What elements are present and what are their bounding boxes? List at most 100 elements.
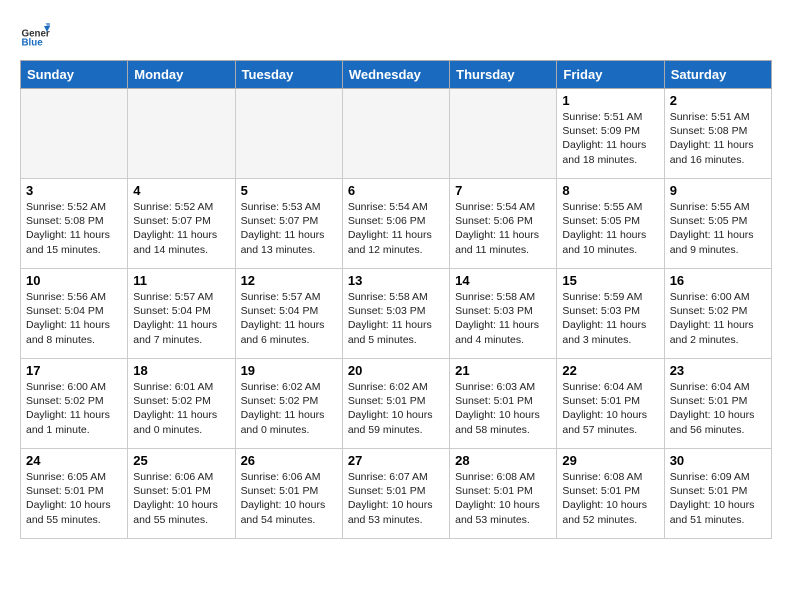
day-info: Sunrise: 5:57 AM Sunset: 5:04 PM Dayligh… [241, 290, 337, 347]
weekday-header-friday: Friday [557, 61, 664, 89]
logo: General Blue [20, 20, 54, 50]
day-info: Sunrise: 6:02 AM Sunset: 5:02 PM Dayligh… [241, 380, 337, 437]
calendar-cell: 12 Sunrise: 5:57 AM Sunset: 5:04 PM Dayli… [235, 269, 342, 359]
weekday-header-tuesday: Tuesday [235, 61, 342, 89]
day-info: Sunrise: 5:54 AM Sunset: 5:06 PM Dayligh… [348, 200, 444, 257]
day-info: Sunrise: 5:54 AM Sunset: 5:06 PM Dayligh… [455, 200, 551, 257]
calendar-cell: 5 Sunrise: 5:53 AM Sunset: 5:07 PM Daylig… [235, 179, 342, 269]
calendar-cell: 20 Sunrise: 6:02 AM Sunset: 5:01 PM Dayli… [342, 359, 449, 449]
calendar-cell: 18 Sunrise: 6:01 AM Sunset: 5:02 PM Dayli… [128, 359, 235, 449]
day-number: 29 [562, 453, 658, 468]
calendar-cell [450, 89, 557, 179]
day-number: 22 [562, 363, 658, 378]
day-number: 9 [670, 183, 766, 198]
day-number: 1 [562, 93, 658, 108]
calendar-cell: 14 Sunrise: 5:58 AM Sunset: 5:03 PM Dayli… [450, 269, 557, 359]
day-info: Sunrise: 6:08 AM Sunset: 5:01 PM Dayligh… [562, 470, 658, 527]
day-number: 5 [241, 183, 337, 198]
calendar-table: SundayMondayTuesdayWednesdayThursdayFrid… [20, 60, 772, 539]
calendar-cell [128, 89, 235, 179]
calendar-cell: 7 Sunrise: 5:54 AM Sunset: 5:06 PM Daylig… [450, 179, 557, 269]
day-number: 18 [133, 363, 229, 378]
day-number: 6 [348, 183, 444, 198]
day-number: 11 [133, 273, 229, 288]
calendar-cell: 19 Sunrise: 6:02 AM Sunset: 5:02 PM Dayli… [235, 359, 342, 449]
calendar-cell: 24 Sunrise: 6:05 AM Sunset: 5:01 PM Dayli… [21, 449, 128, 539]
day-number: 12 [241, 273, 337, 288]
day-info: Sunrise: 6:03 AM Sunset: 5:01 PM Dayligh… [455, 380, 551, 437]
weekday-header-monday: Monday [128, 61, 235, 89]
day-number: 27 [348, 453, 444, 468]
calendar-cell: 23Sunrise: 6:04 AM Sunset: 5:01 PM Dayli… [664, 359, 771, 449]
day-number: 14 [455, 273, 551, 288]
day-info: Sunrise: 6:05 AM Sunset: 5:01 PM Dayligh… [26, 470, 122, 527]
calendar-cell: 22 Sunrise: 6:04 AM Sunset: 5:01 PM Dayli… [557, 359, 664, 449]
weekday-header-row: SundayMondayTuesdayWednesdayThursdayFrid… [21, 61, 772, 89]
svg-text:Blue: Blue [22, 38, 44, 49]
day-info: Sunrise: 5:59 AM Sunset: 5:03 PM Dayligh… [562, 290, 658, 347]
day-number: 13 [348, 273, 444, 288]
day-number: 2 [670, 93, 766, 108]
day-number: 24 [26, 453, 122, 468]
calendar-cell: 4 Sunrise: 5:52 AM Sunset: 5:07 PM Daylig… [128, 179, 235, 269]
calendar-cell [21, 89, 128, 179]
calendar-cell: 25 Sunrise: 6:06 AM Sunset: 5:01 PM Dayli… [128, 449, 235, 539]
week-row-5: 24 Sunrise: 6:05 AM Sunset: 5:01 PM Dayli… [21, 449, 772, 539]
day-info: Sunrise: 5:52 AM Sunset: 5:07 PM Dayligh… [133, 200, 229, 257]
day-number: 19 [241, 363, 337, 378]
day-number: 25 [133, 453, 229, 468]
logo-icon: General Blue [20, 20, 50, 50]
day-info: Sunrise: 5:56 AM Sunset: 5:04 PM Dayligh… [26, 290, 122, 347]
day-number: 8 [562, 183, 658, 198]
calendar-cell: 16Sunrise: 6:00 AM Sunset: 5:02 PM Dayli… [664, 269, 771, 359]
day-number: 28 [455, 453, 551, 468]
day-info: Sunrise: 6:01 AM Sunset: 5:02 PM Dayligh… [133, 380, 229, 437]
day-info: Sunrise: 6:09 AM Sunset: 5:01 PM Dayligh… [670, 470, 766, 527]
day-info: Sunrise: 6:08 AM Sunset: 5:01 PM Dayligh… [455, 470, 551, 527]
day-info: Sunrise: 5:58 AM Sunset: 5:03 PM Dayligh… [455, 290, 551, 347]
day-info: Sunrise: 5:52 AM Sunset: 5:08 PM Dayligh… [26, 200, 122, 257]
day-number: 10 [26, 273, 122, 288]
week-row-2: 3Sunrise: 5:52 AM Sunset: 5:08 PM Daylig… [21, 179, 772, 269]
calendar-cell: 13 Sunrise: 5:58 AM Sunset: 5:03 PM Dayli… [342, 269, 449, 359]
weekday-header-sunday: Sunday [21, 61, 128, 89]
day-info: Sunrise: 6:00 AM Sunset: 5:02 PM Dayligh… [26, 380, 122, 437]
day-number: 7 [455, 183, 551, 198]
day-info: Sunrise: 5:55 AM Sunset: 5:05 PM Dayligh… [670, 200, 766, 257]
calendar-cell: 6 Sunrise: 5:54 AM Sunset: 5:06 PM Daylig… [342, 179, 449, 269]
day-number: 17 [26, 363, 122, 378]
calendar-cell: 28 Sunrise: 6:08 AM Sunset: 5:01 PM Dayli… [450, 449, 557, 539]
day-info: Sunrise: 6:04 AM Sunset: 5:01 PM Dayligh… [562, 380, 658, 437]
day-info: Sunrise: 5:51 AM Sunset: 5:08 PM Dayligh… [670, 110, 766, 167]
calendar-cell: 8 Sunrise: 5:55 AM Sunset: 5:05 PM Daylig… [557, 179, 664, 269]
weekday-header-wednesday: Wednesday [342, 61, 449, 89]
weekday-header-thursday: Thursday [450, 61, 557, 89]
week-row-1: 1 Sunrise: 5:51 AM Sunset: 5:09 PM Daylig… [21, 89, 772, 179]
day-number: 20 [348, 363, 444, 378]
day-info: Sunrise: 5:53 AM Sunset: 5:07 PM Dayligh… [241, 200, 337, 257]
day-info: Sunrise: 5:55 AM Sunset: 5:05 PM Dayligh… [562, 200, 658, 257]
day-number: 23 [670, 363, 766, 378]
calendar-cell: 29 Sunrise: 6:08 AM Sunset: 5:01 PM Dayli… [557, 449, 664, 539]
calendar-cell: 10 Sunrise: 5:56 AM Sunset: 5:04 PM Dayli… [21, 269, 128, 359]
day-number: 4 [133, 183, 229, 198]
week-row-4: 17 Sunrise: 6:00 AM Sunset: 5:02 PM Dayli… [21, 359, 772, 449]
calendar-cell: 27 Sunrise: 6:07 AM Sunset: 5:01 PM Dayli… [342, 449, 449, 539]
day-number: 21 [455, 363, 551, 378]
calendar-cell: 26Sunrise: 6:06 AM Sunset: 5:01 PM Dayli… [235, 449, 342, 539]
day-info: Sunrise: 5:51 AM Sunset: 5:09 PM Dayligh… [562, 110, 658, 167]
calendar-cell: 11Sunrise: 5:57 AM Sunset: 5:04 PM Dayli… [128, 269, 235, 359]
weekday-header-saturday: Saturday [664, 61, 771, 89]
page-header: General Blue [20, 20, 772, 50]
calendar-cell: 15 Sunrise: 5:59 AM Sunset: 5:03 PM Dayli… [557, 269, 664, 359]
calendar-cell [342, 89, 449, 179]
day-info: Sunrise: 6:06 AM Sunset: 5:01 PM Dayligh… [133, 470, 229, 527]
day-info: Sunrise: 6:00 AM Sunset: 5:02 PM Dayligh… [670, 290, 766, 347]
day-info: Sunrise: 6:07 AM Sunset: 5:01 PM Dayligh… [348, 470, 444, 527]
day-info: Sunrise: 6:06 AM Sunset: 5:01 PM Dayligh… [241, 470, 337, 527]
day-info: Sunrise: 5:58 AM Sunset: 5:03 PM Dayligh… [348, 290, 444, 347]
day-info: Sunrise: 6:02 AM Sunset: 5:01 PM Dayligh… [348, 380, 444, 437]
calendar-cell: 2 Sunrise: 5:51 AM Sunset: 5:08 PM Daylig… [664, 89, 771, 179]
calendar-cell: 3Sunrise: 5:52 AM Sunset: 5:08 PM Daylig… [21, 179, 128, 269]
day-number: 15 [562, 273, 658, 288]
